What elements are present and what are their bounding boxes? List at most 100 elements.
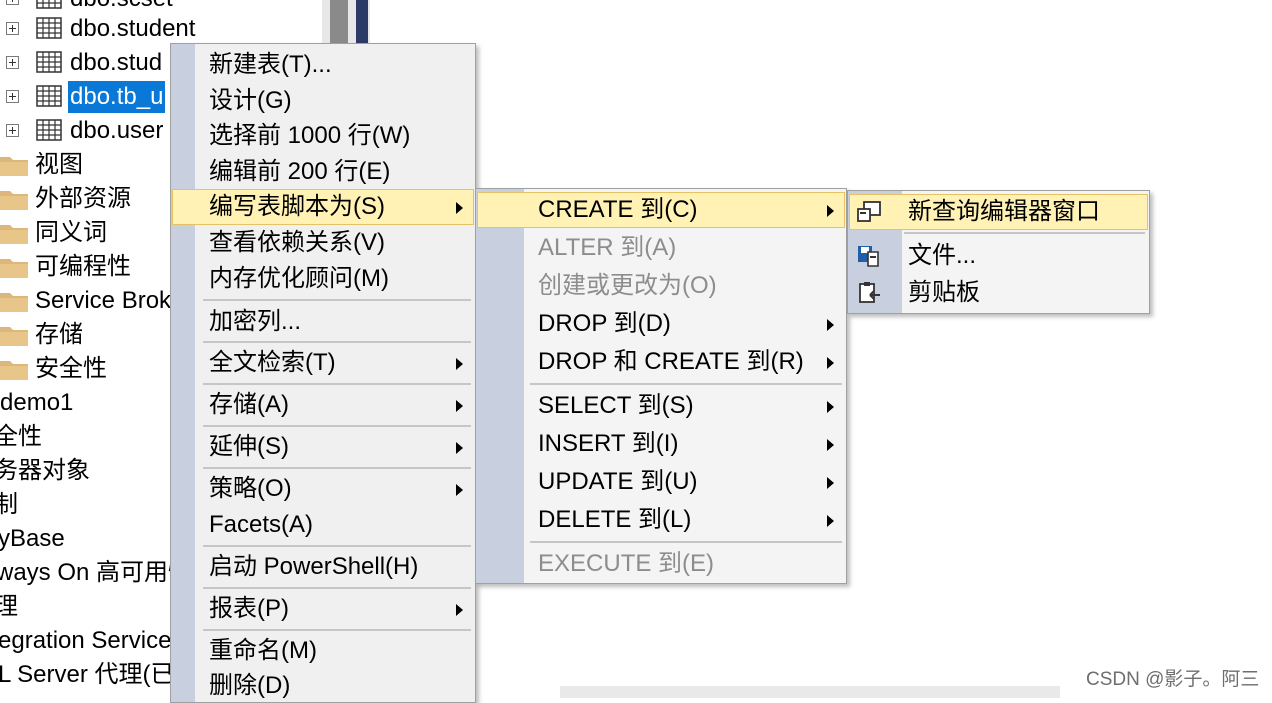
menu-item-label: EXECUTE 到(E): [538, 550, 715, 577]
tree-item-label: 可编程性: [35, 253, 131, 280]
menu-item-label: 选择前 1000 行(W): [209, 122, 411, 149]
menu-separator: [203, 341, 471, 343]
menu-item-delete-to[interactable]: DELETE 到(L): [478, 503, 844, 537]
tree-item-label: 全性: [0, 423, 42, 450]
menu-item-file[interactable]: 文件...: [850, 239, 1147, 273]
tree-item-label: 务器对象: [0, 457, 90, 484]
menu-item-edit-top-200[interactable]: 编辑前 200 行(E): [173, 155, 473, 189]
submenu-arrow-icon: [827, 401, 834, 413]
bottom-toolbar-fragment: [560, 686, 1060, 698]
expand-icon[interactable]: [6, 90, 19, 103]
menu-item-label: 启动 PowerShell(H): [209, 553, 419, 580]
tree-item-label: L Server 代理(已: [0, 661, 175, 688]
expand-icon[interactable]: [6, 124, 19, 137]
menu-item-start-powershell[interactable]: 启动 PowerShell(H): [173, 550, 473, 584]
menu-item-encrypt-columns[interactable]: 加密列...: [173, 305, 473, 339]
menu-item-stretch[interactable]: 延伸(S): [173, 430, 473, 464]
expand-icon[interactable]: [6, 22, 19, 35]
menu-item-reports[interactable]: 报表(P): [173, 592, 473, 626]
menu-item-label: UPDATE 到(U): [538, 468, 698, 495]
folder-icon: [0, 191, 28, 210]
tree-item-label: 理: [0, 593, 18, 620]
menu-item-create-or-alter[interactable]: 创建或更改为(O): [478, 269, 844, 303]
menu-item-update-to[interactable]: UPDATE 到(U): [478, 465, 844, 499]
watermark: CSDN @影子。阿三: [1086, 669, 1260, 690]
menu-separator: [904, 232, 1145, 234]
table-icon: [36, 51, 62, 73]
menu-item-design[interactable]: 设计(G): [173, 84, 473, 118]
clipboard-icon: [859, 282, 880, 303]
vertical-scrollbar[interactable]: [322, 0, 370, 46]
submenu-arrow-icon: [827, 477, 834, 489]
menu-item-execute-to[interactable]: EXECUTE 到(E): [478, 547, 844, 581]
tree-item-label: 视图: [35, 151, 83, 178]
menu-item-label: 新建表(T)...: [209, 51, 332, 78]
tree-item-label: dbo.student: [70, 15, 196, 42]
menu-separator: [203, 425, 471, 427]
context-menu: 新建表(T)... 设计(G) 选择前 1000 行(W) 编辑前 200 行(…: [170, 43, 476, 703]
menu-item-insert-to[interactable]: INSERT 到(I): [478, 427, 844, 461]
create-to-submenu: 新查询编辑器窗口 文件... 剪贴板: [847, 190, 1150, 314]
tree-item-label: dbo.user: [70, 117, 164, 144]
menu-item-alter-to[interactable]: ALTER 到(A): [478, 231, 844, 265]
menu-item-select-to[interactable]: SELECT 到(S): [478, 389, 844, 423]
expand-icon[interactable]: [6, 0, 19, 5]
submenu-arrow-icon: [827, 357, 834, 369]
menu-item-clipboard[interactable]: 剪贴板: [850, 276, 1147, 310]
menu-item-view-dependencies[interactable]: 查看依赖关系(V): [173, 226, 473, 260]
menu-item-facets[interactable]: Facets(A): [173, 508, 473, 542]
table-icon: [36, 0, 62, 9]
tree-item-label: ways On 高可用性: [0, 559, 193, 586]
menu-item-label: 查看依赖关系(V): [209, 229, 385, 256]
menu-item-label: DROP 到(D): [538, 310, 671, 337]
menu-item-label: CREATE 到(C): [538, 196, 698, 223]
menu-item-memory-optimization-advisor[interactable]: 内存优化顾问(M): [173, 262, 473, 296]
submenu-arrow-icon: [827, 439, 834, 451]
tree-item-label: dbo.tb_u: [68, 81, 166, 113]
table-icon: [36, 17, 62, 39]
menu-item-drop-and-create-to[interactable]: DROP 和 CREATE 到(R): [478, 345, 844, 379]
tree-item-label: Service Brok: [35, 287, 172, 314]
menu-item-label: 编辑前 200 行(E): [209, 158, 391, 185]
menu-item-create-to[interactable]: CREATE 到(C): [477, 192, 845, 228]
expand-icon[interactable]: [6, 56, 19, 69]
menu-separator: [203, 545, 471, 547]
menu-item-full-text-index[interactable]: 全文检索(T): [173, 346, 473, 380]
menu-item-select-top-1000[interactable]: 选择前 1000 行(W): [173, 119, 473, 153]
menu-item-label: SELECT 到(S): [538, 392, 694, 419]
submenu-arrow-icon: [456, 484, 463, 496]
menu-item-policies[interactable]: 策略(O): [173, 472, 473, 506]
tree-item-label: 存储: [35, 321, 83, 348]
tree-item-label: egration Service: [0, 627, 172, 654]
scrollbar-thumb[interactable]: [330, 0, 348, 46]
table-icon: [36, 119, 62, 141]
menu-item-label: 存储(A): [209, 391, 289, 418]
menu-item-label: 全文检索(T): [209, 349, 336, 376]
menu-separator: [203, 383, 471, 385]
menu-item-new-table[interactable]: 新建表(T)...: [173, 48, 473, 82]
menu-item-storage[interactable]: 存储(A): [173, 388, 473, 422]
menu-separator: [530, 541, 842, 543]
menu-item-new-query-editor-window[interactable]: 新查询编辑器窗口: [849, 194, 1148, 230]
menu-item-label: 延伸(S): [209, 433, 289, 460]
menu-item-label: ALTER 到(A): [538, 234, 677, 261]
menu-item-label: 重命名(M): [209, 637, 317, 664]
menu-item-script-table-as[interactable]: 编写表脚本为(S): [172, 189, 474, 225]
tree-item-label: yBase: [0, 525, 65, 552]
script-table-submenu: CREATE 到(C) ALTER 到(A) 创建或更改为(O) DROP 到(…: [475, 188, 847, 584]
menu-item-label: 创建或更改为(O): [538, 272, 717, 299]
tree-item-label: 同义词: [35, 219, 107, 246]
table-icon: [36, 85, 62, 107]
menu-item-rename[interactable]: 重命名(M): [173, 634, 473, 668]
menu-item-label: 剪贴板: [908, 279, 980, 306]
menu-item-label: DELETE 到(L): [538, 506, 692, 533]
new-query-window-icon: [857, 201, 881, 222]
menu-item-label: 加密列...: [209, 308, 302, 335]
tree-item-label: 外部资源: [35, 185, 131, 212]
submenu-arrow-icon: [456, 604, 463, 616]
menu-item-drop-to[interactable]: DROP 到(D): [478, 307, 844, 341]
submenu-arrow-icon: [456, 400, 463, 412]
menu-item-label: INSERT 到(I): [538, 430, 679, 457]
save-file-icon: [858, 246, 879, 267]
folder-icon: [0, 361, 28, 380]
